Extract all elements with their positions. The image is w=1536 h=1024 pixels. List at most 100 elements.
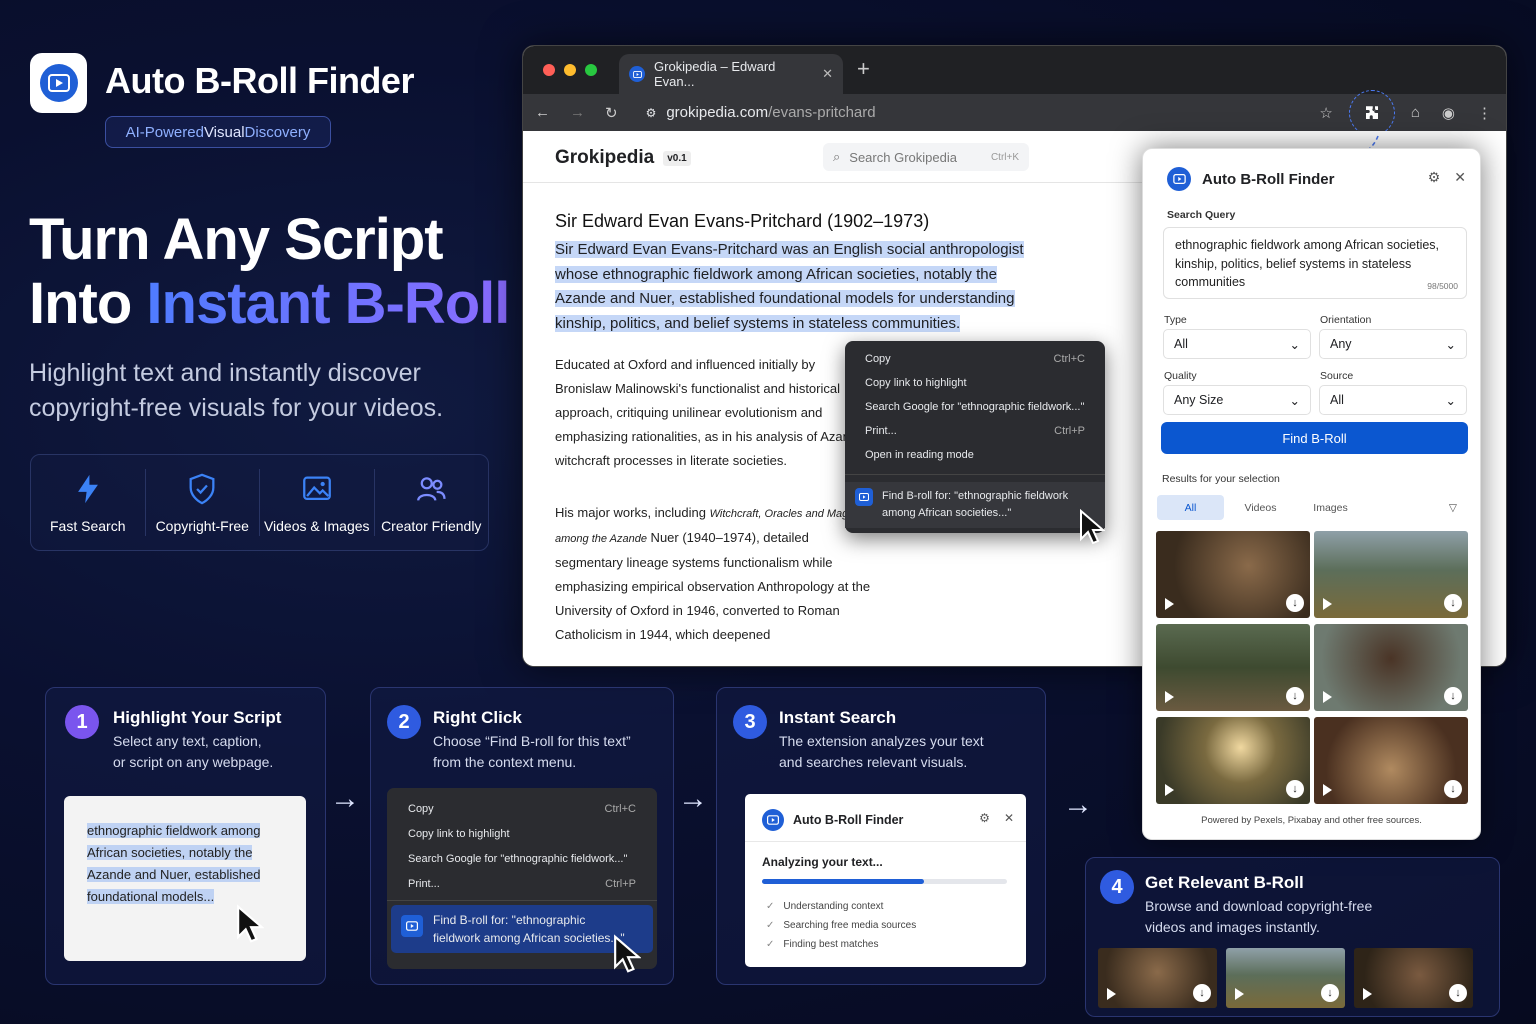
- result-thumb[interactable]: ↓: [1098, 948, 1217, 1008]
- address-bar[interactable]: ⚙ grokipedia.com/evans-pritchard: [646, 104, 876, 121]
- maximize-window-dot[interactable]: [585, 64, 597, 76]
- close-window-dot[interactable]: [543, 64, 555, 76]
- check-item: ✓ Finding best matches: [766, 935, 916, 954]
- tab-all[interactable]: All: [1157, 495, 1224, 520]
- article-paragraph: Educated at Oxford and influenced initia…: [555, 357, 865, 468]
- extension-panel: Auto B-Roll Finder ⚙ ✕ Search Query ethno…: [1142, 148, 1481, 840]
- step-text-line: videos and images instantly.: [1145, 919, 1320, 935]
- play-icon[interactable]: [1165, 598, 1174, 610]
- feature-label: Videos & Images: [263, 517, 370, 534]
- popup-header: Auto B-Roll Finder: [762, 809, 903, 831]
- menu-label: Search Google for "ethnographic fieldwor…: [865, 401, 1085, 413]
- close-icon[interactable]: ✕: [1454, 169, 1466, 186]
- download-icon[interactable]: ↓: [1321, 984, 1339, 1002]
- settings-gear-icon[interactable]: ⚙: [979, 811, 990, 825]
- menu-item-find-broll[interactable]: Find B-roll for: "ethnographic fieldwork…: [845, 482, 1105, 528]
- result-thumb[interactable]: ↓: [1314, 531, 1468, 618]
- bookmark-star-icon[interactable]: ☆: [1319, 104, 1332, 122]
- result-thumb[interactable]: ↓: [1156, 717, 1310, 804]
- home-icon[interactable]: ⌂: [1411, 104, 1420, 121]
- settings-gear-icon[interactable]: ⚙: [1428, 169, 1441, 186]
- check-icon: ✓: [766, 939, 775, 950]
- search-shortcut: Ctrl+K: [990, 151, 1019, 163]
- query-text: ethnographic fieldwork among African soc…: [1175, 238, 1440, 289]
- tab-videos[interactable]: Videos: [1227, 495, 1294, 520]
- menu-shortcut: Ctrl+P: [1054, 425, 1085, 437]
- site-search-input[interactable]: ⌕ Search Grokipedia Ctrl+K: [823, 143, 1029, 171]
- profile-icon[interactable]: ◉: [1442, 104, 1455, 122]
- download-icon[interactable]: ↓: [1449, 984, 1467, 1002]
- menu-item-print[interactable]: Print... Ctrl+P: [387, 871, 657, 896]
- tab-images[interactable]: Images: [1297, 495, 1364, 520]
- char-count: 98/5000: [1427, 280, 1458, 291]
- download-icon[interactable]: ↓: [1444, 594, 1462, 612]
- result-thumb[interactable]: ↓: [1156, 624, 1310, 711]
- bolt-icon: [77, 474, 98, 503]
- back-icon[interactable]: ←: [535, 104, 550, 121]
- download-icon[interactable]: ↓: [1444, 780, 1462, 798]
- play-icon[interactable]: [1363, 988, 1372, 1000]
- filter-icon[interactable]: ▽: [1449, 502, 1457, 514]
- new-tab-icon[interactable]: +: [857, 56, 870, 82]
- step-text-line: Select any text, caption,: [113, 733, 262, 749]
- play-icon[interactable]: [1165, 691, 1174, 703]
- toolbar: ← → ↻ ⚙ grokipedia.com/evans-pritchard ☆…: [523, 89, 1506, 136]
- result-thumb[interactable]: ↓: [1314, 624, 1468, 711]
- menu-item-copy-link[interactable]: Copy link to highlight: [387, 821, 657, 846]
- article-paragraph-2: His major works, including Witchcraft, O…: [555, 501, 875, 647]
- play-icon[interactable]: [1323, 784, 1332, 796]
- arrow-right-icon: →: [678, 782, 708, 815]
- result-thumb[interactable]: ↓: [1314, 717, 1468, 804]
- download-icon[interactable]: ↓: [1286, 594, 1304, 612]
- menu-item-copy[interactable]: Copy Ctrl+C: [845, 347, 1105, 371]
- tab-close-icon[interactable]: ✕: [822, 66, 833, 82]
- orientation-select[interactable]: Any ⌄: [1319, 329, 1467, 359]
- type-select[interactable]: All ⌄: [1163, 329, 1311, 359]
- minimize-window-dot[interactable]: [564, 64, 576, 76]
- extension-logo-icon: [762, 809, 784, 831]
- download-icon[interactable]: ↓: [1286, 780, 1304, 798]
- menu-label: Find B-roll for: "ethnographic fieldwork…: [433, 913, 625, 945]
- favicon-icon: [629, 66, 645, 82]
- download-icon[interactable]: ↓: [1193, 984, 1211, 1002]
- select-value: Any: [1330, 337, 1352, 351]
- forward-icon[interactable]: →: [570, 104, 585, 121]
- highlighted-text[interactable]: Sir Edward Evan Evans-Pritchard was an E…: [555, 238, 1025, 336]
- menu-kebab-icon[interactable]: ⋮: [1477, 104, 1492, 122]
- browser-tab[interactable]: Grokipedia – Edward Evan... ✕: [619, 54, 843, 94]
- site-name[interactable]: Grokipedia: [555, 147, 654, 169]
- query-textarea[interactable]: ethnographic fieldwork among African soc…: [1163, 227, 1467, 299]
- quality-select[interactable]: Any Size ⌄: [1163, 385, 1311, 415]
- menu-label: Search Google for "ethnographic fieldwor…: [408, 852, 628, 865]
- result-thumb[interactable]: ↓: [1354, 948, 1473, 1008]
- source-select[interactable]: All ⌄: [1319, 385, 1467, 415]
- play-icon[interactable]: [1107, 988, 1116, 1000]
- panel-title: Auto B-Roll Finder: [1202, 170, 1335, 188]
- extension-button[interactable]: [1348, 89, 1395, 136]
- download-icon[interactable]: ↓: [1444, 687, 1462, 705]
- menu-item-copy[interactable]: Copy Ctrl+C: [387, 796, 657, 821]
- menu-item-copy-link[interactable]: Copy link to highlight: [845, 371, 1105, 395]
- site-info-icon[interactable]: ⚙: [646, 106, 657, 120]
- play-icon[interactable]: [1165, 784, 1174, 796]
- play-icon[interactable]: [1323, 598, 1332, 610]
- menu-item-reading-mode[interactable]: Open in reading mode: [845, 443, 1105, 467]
- result-thumb[interactable]: ↓: [1156, 531, 1310, 618]
- download-icon[interactable]: ↓: [1286, 687, 1304, 705]
- menu-item-search-google[interactable]: Search Google for "ethnographic fieldwor…: [387, 846, 657, 871]
- menu-item-print[interactable]: Print... Ctrl+P: [845, 419, 1105, 443]
- menu-item-search-google[interactable]: Search Google for "ethnographic fieldwor…: [845, 395, 1105, 419]
- feature-label: Creator Friendly: [381, 517, 482, 534]
- feature-label: Copyright-Free: [155, 517, 249, 534]
- reload-icon[interactable]: ↻: [605, 104, 618, 122]
- result-thumb[interactable]: ↓: [1226, 948, 1345, 1008]
- find-broll-button[interactable]: Find B-Roll: [1161, 422, 1468, 454]
- play-icon[interactable]: [1235, 988, 1244, 1000]
- menu-label: Copy: [408, 802, 434, 815]
- play-icon[interactable]: [1323, 691, 1332, 703]
- select-value: Any Size: [1174, 393, 1224, 407]
- sample-text-box: ethnographic fieldwork among African soc…: [64, 796, 306, 961]
- close-icon[interactable]: ✕: [1004, 811, 1014, 825]
- step-card-4: 4 Get Relevant B-Roll Browse and downloa…: [1085, 857, 1500, 1017]
- step-text-line: The extension analyzes your text: [779, 733, 984, 749]
